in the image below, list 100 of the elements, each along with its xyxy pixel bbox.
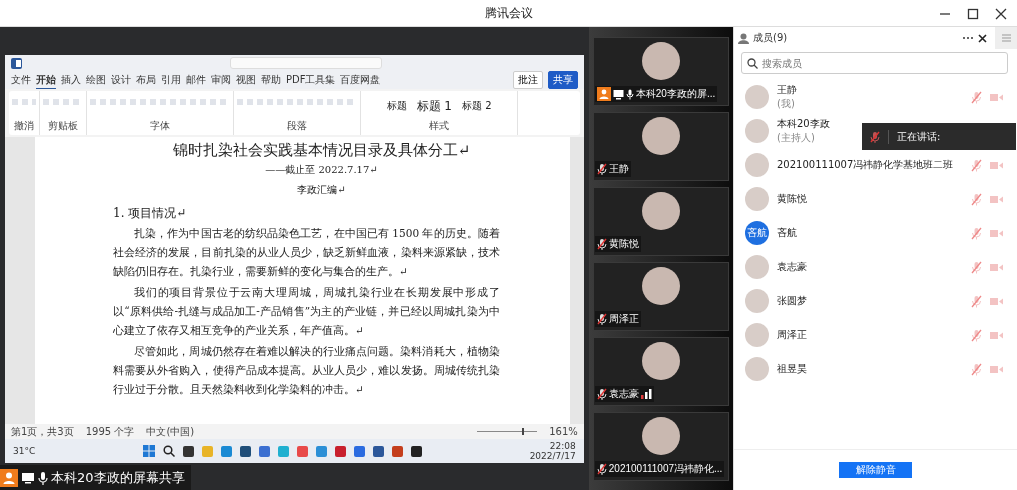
ribbon-tab[interactable]: 设计 [111, 72, 131, 88]
participant-name: 周泽正 [608, 312, 639, 326]
ribbon-tab[interactable]: 插入 [61, 72, 81, 88]
video-tile[interactable]: 本科20李政的屏... [592, 37, 729, 106]
member-role: (我) [777, 97, 796, 111]
video-tile[interactable]: 黄陈悦 [592, 187, 729, 256]
video-tile[interactable]: 202100111007冯祎静化... [592, 412, 729, 481]
unmute-button[interactable]: 解除静音 [839, 462, 912, 478]
ribbon-tab[interactable]: 帮助 [261, 72, 281, 88]
participant-name: 袁志豪 [608, 387, 639, 401]
ribbon-tab[interactable]: 百度网盘 [340, 72, 381, 88]
participant-name: 黄陈悦 [608, 237, 639, 251]
member-name: 吝航 [777, 226, 797, 240]
more-icon[interactable] [962, 36, 974, 40]
camera-off-icon[interactable] [990, 364, 1003, 374]
member-row[interactable]: 202100111007冯祎静化学基地班二班 [734, 148, 1017, 182]
video-tile[interactable]: 周泽正 [592, 262, 729, 331]
ribbon-tab[interactable]: 引用 [161, 72, 181, 88]
taskbar-app-icon[interactable] [239, 445, 251, 457]
avatar [745, 255, 769, 279]
avatar [745, 119, 769, 143]
muted-microphone-icon[interactable] [971, 260, 982, 274]
camera-off-icon[interactable] [990, 160, 1003, 170]
muted-microphone-icon[interactable] [971, 90, 982, 104]
window-title: 腾讯会议 [484, 4, 533, 22]
style-option[interactable]: 标题 1 [416, 97, 452, 115]
avatar [745, 357, 769, 381]
member-row[interactable]: 张圆梦 [734, 284, 1017, 318]
ribbon-tab[interactable]: 邮件 [186, 72, 206, 88]
screen-share-icon [612, 88, 624, 100]
member-name: 袁志豪 [777, 260, 807, 274]
group-label: 段落 [287, 119, 307, 133]
muted-microphone-icon[interactable] [971, 192, 982, 206]
muted-microphone-icon[interactable] [971, 294, 982, 308]
comment-button[interactable]: 批注 [512, 71, 543, 89]
camera-off-icon[interactable] [990, 194, 1003, 204]
muted-microphone-icon[interactable] [971, 328, 982, 342]
close-icon[interactable] [978, 33, 987, 43]
ribbon-tab[interactable]: 开始 [36, 71, 56, 89]
menu-button[interactable] [995, 27, 1017, 49]
ribbon-tab[interactable]: 审阅 [211, 72, 231, 88]
ribbon-tab[interactable]: 视图 [236, 72, 256, 88]
panel-title: 成员(9) [753, 31, 788, 45]
camera-off-icon[interactable] [990, 330, 1003, 340]
taskbar-app-icon[interactable] [372, 445, 384, 457]
member-row[interactable]: 王静 (我) [734, 80, 1017, 114]
microphone-icon [625, 88, 634, 100]
style-option[interactable]: 标题 [386, 99, 407, 113]
word-count: 1995 个字 [85, 424, 135, 439]
member-row[interactable]: 黄陈悦 [734, 182, 1017, 216]
muted-microphone-icon[interactable] [971, 362, 982, 376]
member-row[interactable]: 周泽正 [734, 318, 1017, 352]
member-row[interactable]: 祖昱昊 [734, 352, 1017, 386]
ribbon-tab[interactable]: 文件 [11, 72, 31, 88]
muted-microphone-icon[interactable] [971, 226, 982, 240]
video-tile[interactable]: 王静 [592, 112, 729, 181]
camera-off-icon[interactable] [990, 92, 1003, 102]
search-icon[interactable] [162, 445, 175, 457]
maximize-icon[interactable] [967, 8, 979, 20]
muted-microphone-icon[interactable] [971, 158, 982, 172]
person-icon [738, 32, 749, 44]
member-name: 祖昱昊 [777, 362, 807, 376]
ribbon-tab[interactable]: PDF工具集 [286, 72, 336, 88]
search-field[interactable] [230, 57, 382, 69]
microphone-icon [38, 470, 48, 485]
language-label: 中文(中国) [146, 424, 195, 439]
ribbon-tab[interactable]: 布局 [136, 72, 156, 88]
member-row[interactable]: 袁志豪 [734, 250, 1017, 284]
camera-off-icon[interactable] [990, 228, 1003, 238]
ribbon-tab[interactable]: 绘图 [86, 72, 106, 88]
slider-thumb[interactable] [522, 428, 525, 435]
sharer-label: 本科20李政的屏幕共享 [0, 465, 191, 490]
style-option[interactable]: 标题 2 [461, 99, 492, 113]
participant-name: 202100111007冯祎静化... [608, 462, 723, 476]
person-icon [0, 468, 18, 487]
screen-share-icon [21, 470, 35, 485]
search-icon [747, 58, 758, 69]
avatar [641, 267, 680, 305]
camera-off-icon[interactable] [990, 296, 1003, 306]
camera-off-icon[interactable] [990, 262, 1003, 272]
member-name: 本科20李政 [777, 117, 830, 131]
start-icon[interactable] [142, 445, 155, 457]
avatar [641, 42, 680, 80]
search-field[interactable]: 搜索成员 [741, 52, 1008, 74]
member-row[interactable]: 吝航 吝航 [734, 216, 1017, 250]
word-logo-icon [11, 57, 22, 69]
group-label: 样式 [429, 119, 449, 133]
participant-name: 本科20李政的屏... [635, 87, 716, 101]
taskbar-app-icon[interactable] [410, 445, 422, 457]
taskbar-app-icon[interactable] [182, 445, 194, 457]
avatar [641, 342, 680, 380]
muted-microphone-icon [596, 463, 607, 475]
avatar [641, 192, 680, 230]
close-icon[interactable] [995, 8, 1007, 20]
video-tile[interactable]: 袁志豪 [592, 337, 729, 406]
member-name: 张圆梦 [777, 294, 807, 308]
weather-text: 31°C [13, 446, 36, 456]
share-button[interactable]: 共享 [547, 71, 578, 89]
signal-bars-icon [640, 389, 652, 399]
muted-microphone-icon [596, 388, 607, 400]
